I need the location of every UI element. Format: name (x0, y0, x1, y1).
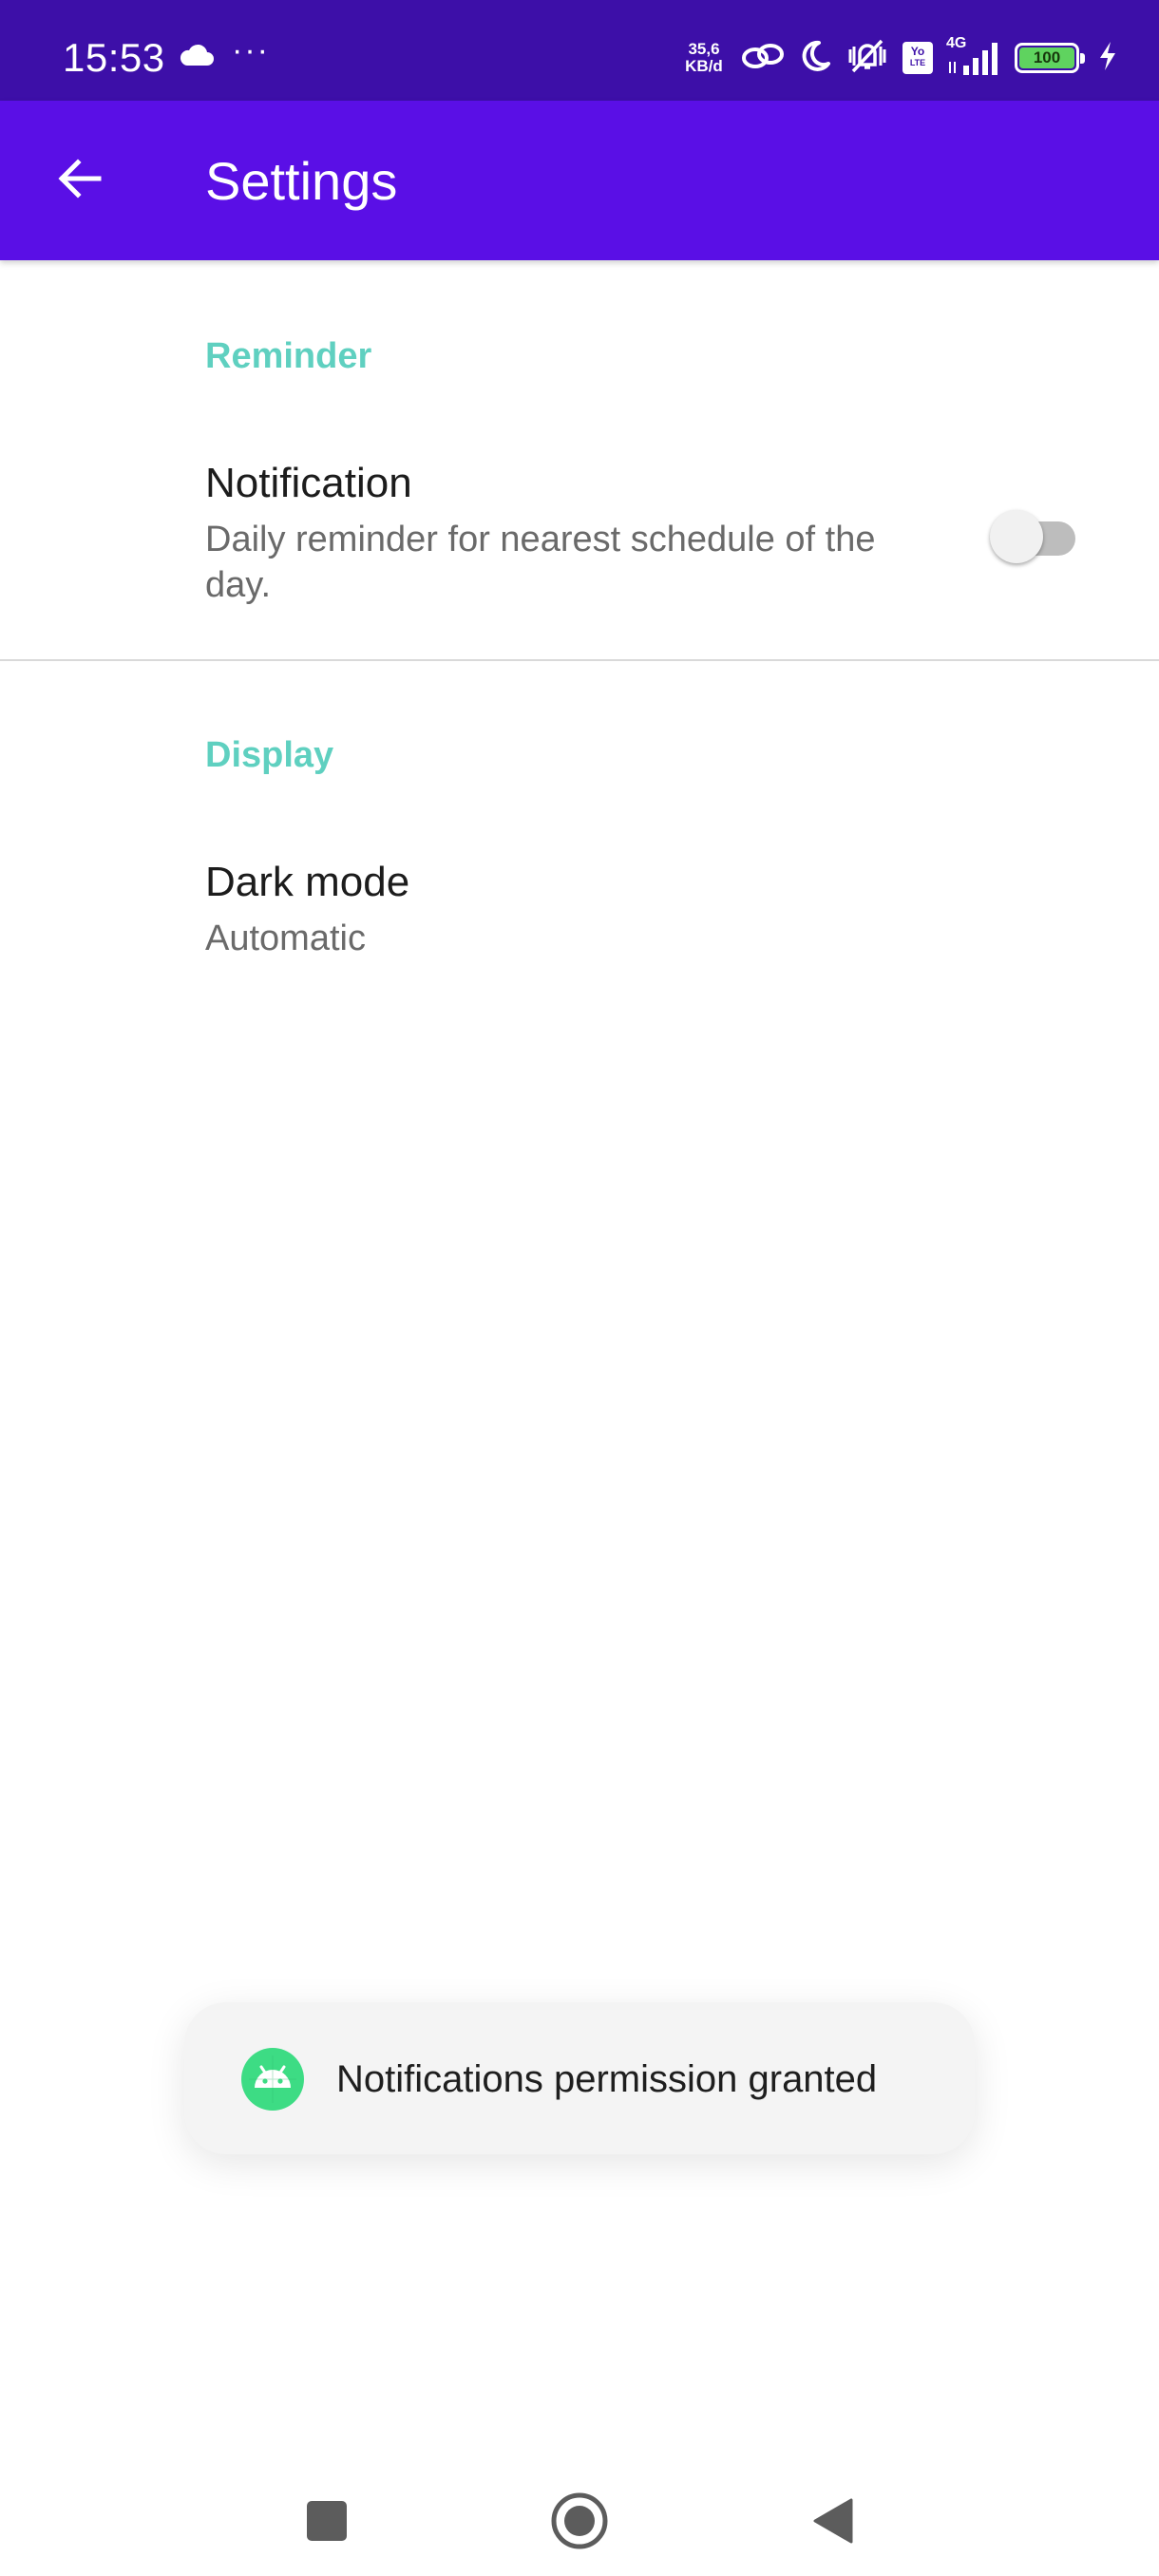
square-icon (305, 2499, 349, 2548)
more-dots: ··· (232, 32, 270, 68)
app-bar: Settings (0, 101, 1159, 260)
notification-toggle[interactable] (990, 504, 1081, 563)
section-divider (0, 659, 1159, 661)
notification-preference[interactable]: Notification Daily reminder for nearest … (0, 437, 1159, 646)
triangle-back-icon (809, 2496, 855, 2550)
toast: Notifications permission granted (184, 2002, 975, 2154)
section-header-reminder: Reminder (205, 336, 372, 376)
moon-icon (798, 39, 832, 78)
back-button[interactable] (38, 139, 122, 222)
status-time: 15:53 (63, 35, 165, 80)
notification-title: Notification (205, 460, 412, 506)
notification-summary: Daily reminder for nearest schedule of t… (205, 520, 876, 605)
battery-icon: 100 (1015, 43, 1085, 73)
signal-icon: 4G (946, 35, 1001, 77)
status-left-icons: ··· (179, 32, 270, 76)
link-icon (741, 40, 785, 77)
status-bar: 15:53 ··· 35,6 KB/d Yo LTE 4G 100 (0, 0, 1159, 101)
dark-mode-summary: Automatic (205, 919, 366, 958)
nav-back-button[interactable] (794, 2485, 870, 2561)
status-right-icons: 35,6 KB/d Yo LTE 4G 100 (680, 34, 1117, 82)
home-button[interactable] (542, 2485, 618, 2561)
battery-level: 100 (1019, 47, 1074, 68)
charging-icon (1098, 41, 1117, 76)
android-icon (241, 2048, 304, 2111)
network-speed-value: 35,6 (688, 40, 720, 58)
dark-mode-preference[interactable]: Dark mode Automatic (0, 836, 1159, 988)
arrow-back-icon (53, 152, 106, 210)
page-title: Settings (205, 151, 398, 211)
circle-icon (550, 2491, 609, 2555)
dark-mode-title: Dark mode (205, 859, 410, 905)
toggle-thumb (990, 510, 1043, 563)
network-speed-unit: KB/d (685, 57, 723, 75)
network-speed: 35,6 KB/d (680, 41, 728, 75)
volte-bottom: LTE (909, 58, 926, 67)
toast-message: Notifications permission granted (336, 2058, 878, 2100)
navigation-bar (0, 2451, 1159, 2576)
volte-icon: Yo LTE (902, 42, 933, 74)
mute-vibrate-icon (846, 38, 889, 79)
volte-top: Yo (910, 45, 925, 58)
section-header-display: Display (205, 735, 334, 775)
recents-button[interactable] (289, 2485, 365, 2561)
cloud-icon (179, 43, 215, 72)
